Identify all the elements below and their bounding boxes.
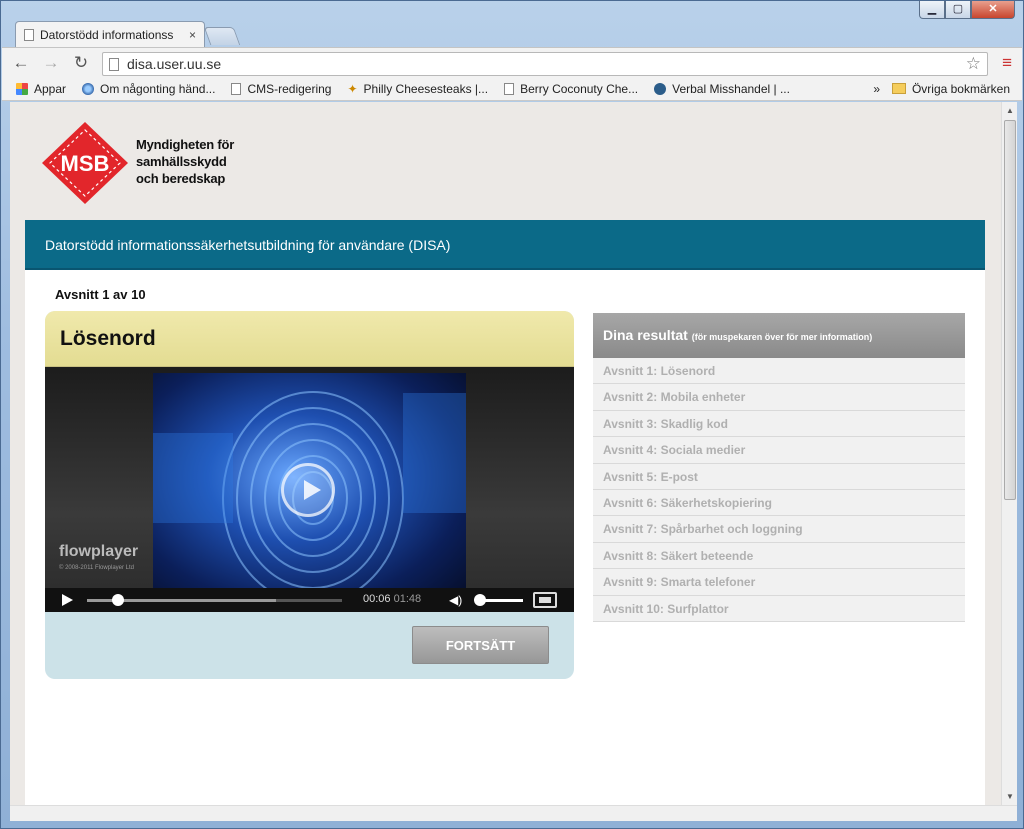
tab-title: Datorstödd informationss xyxy=(40,27,174,42)
lesson-panel: Lösenord flowplayer © 2008-2011 Flowplay… xyxy=(45,311,574,679)
scroll-down-arrow-icon[interactable]: ▼ xyxy=(1006,792,1014,801)
url-text[interactable]: disa.user.uu.se xyxy=(127,56,966,72)
result-item[interactable]: Avsnitt 9: Smarta telefoner xyxy=(593,569,965,596)
volume-icon[interactable]: ◀) xyxy=(449,593,462,607)
bookmark-item[interactable]: Om någonting händ... xyxy=(82,82,215,96)
seek-bar[interactable] xyxy=(87,599,342,602)
fullscreen-icon[interactable] xyxy=(533,592,557,608)
player-controls: 00:06 01:48 ◀) xyxy=(45,588,574,612)
results-list: Avsnitt 1: Lösenord Avsnitt 2: Mobila enh… xyxy=(593,358,965,622)
bookmark-item[interactable]: CMS-redigering xyxy=(231,82,331,96)
reload-icon[interactable]: ↻ xyxy=(70,52,92,74)
hamburger-menu-icon[interactable]: ≡ xyxy=(1002,54,1012,72)
result-item[interactable]: Avsnitt 8: Säkert beteende xyxy=(593,542,965,570)
other-bookmarks[interactable]: Övriga bokmärken xyxy=(891,82,1010,96)
browser-window: ▁ ▢ ✕ Datorstödd informationss × ← → ↻ d… xyxy=(0,0,1024,829)
video-player[interactable]: flowplayer © 2008-2011 Flowplayer Ltd 00… xyxy=(45,367,574,612)
forward-arrow-icon[interactable]: → xyxy=(40,52,62,74)
close-window-button[interactable]: ✕ xyxy=(971,1,1015,19)
results-header: Dina resultat (för muspekaren över för m… xyxy=(593,313,965,358)
bookmark-item[interactable]: Verbal Misshandel | ... xyxy=(654,82,790,96)
lesson-title: Lösenord xyxy=(45,311,574,367)
bookmark-item[interactable]: ✦ Philly Cheesesteaks |... xyxy=(347,82,488,96)
seek-handle[interactable] xyxy=(112,594,125,606)
play-icon[interactable] xyxy=(62,594,73,606)
maximize-button[interactable]: ▢ xyxy=(945,1,971,19)
result-item[interactable]: Avsnitt 10: Surfplattor xyxy=(593,595,965,622)
new-tab-button[interactable] xyxy=(203,27,241,45)
horizontal-scrollbar[interactable] xyxy=(10,805,1017,821)
result-item[interactable]: Avsnitt 5: E-post xyxy=(593,463,965,490)
page-viewport: MSB Myndigheten för samhällsskydd och be… xyxy=(10,102,1001,805)
bookmark-apps[interactable]: Appar xyxy=(16,82,66,96)
folder-icon xyxy=(891,83,906,94)
browser-tab[interactable]: Datorstödd informationss × xyxy=(15,21,205,47)
page-icon xyxy=(109,57,119,71)
result-item[interactable]: Avsnitt 1: Lösenord xyxy=(593,358,965,385)
main-content: Avsnitt 1 av 10 Lösenord flowplayer © 20… xyxy=(25,270,985,805)
result-item[interactable]: Avsnitt 6: Säkerhetskopiering xyxy=(593,489,965,517)
result-item[interactable]: Avsnitt 7: Spårbarhet och loggning xyxy=(593,516,965,543)
bookmark-star-icon[interactable]: ☆ xyxy=(966,54,981,74)
minimize-button[interactable]: ▁ xyxy=(919,1,945,19)
bookmarks-bar: Appar Om någonting händ... CMS-redigerin… xyxy=(2,77,1022,101)
page-icon xyxy=(504,82,515,95)
volume-handle[interactable] xyxy=(474,594,486,606)
svg-text:MSB: MSB xyxy=(61,151,110,176)
window-controls: ▁ ▢ ✕ xyxy=(919,1,1015,19)
flowplayer-copyright: © 2008-2011 Flowplayer Ltd xyxy=(59,565,135,571)
page-banner: Datorstödd informationssäkerhetsutbildni… xyxy=(25,220,985,270)
logo-text: Myndigheten för samhällsskydd och bereds… xyxy=(136,137,235,186)
close-tab-icon[interactable]: × xyxy=(189,28,196,42)
page-icon xyxy=(24,28,34,41)
section-counter: Avsnitt 1 av 10 xyxy=(55,287,146,302)
play-overlay-icon[interactable] xyxy=(281,463,335,517)
msb-logo[interactable]: MSB xyxy=(40,120,130,206)
butterfly-icon: ✦ xyxy=(347,81,358,96)
wave-icon xyxy=(654,82,667,95)
address-bar[interactable]: disa.user.uu.se ☆ xyxy=(102,52,988,76)
vertical-scrollbar[interactable]: ▲ ▼ xyxy=(1001,102,1017,805)
back-arrow-icon[interactable]: ← xyxy=(10,52,32,74)
scroll-thumb[interactable] xyxy=(1004,120,1016,500)
bookmark-item[interactable]: Berry Coconuty Che... xyxy=(504,82,638,96)
browser-toolbar: ← → ↻ disa.user.uu.se ☆ ≡ xyxy=(2,47,1022,77)
scroll-up-arrow-icon[interactable]: ▲ xyxy=(1006,106,1014,115)
globe-icon xyxy=(82,82,95,95)
time-display: 00:06 01:48 xyxy=(363,593,422,605)
continue-button[interactable]: FORTSÄTT xyxy=(412,626,549,664)
apps-grid-icon xyxy=(16,82,28,95)
more-bookmarks-chevron-icon[interactable]: » xyxy=(873,82,880,96)
result-item[interactable]: Avsnitt 4: Sociala medier xyxy=(593,437,965,464)
result-item[interactable]: Avsnitt 3: Skadlig kod xyxy=(593,410,965,438)
results-panel: Dina resultat (för muspekaren över för m… xyxy=(593,313,965,622)
page-icon xyxy=(231,82,242,95)
result-item[interactable]: Avsnitt 2: Mobila enheter xyxy=(593,384,965,411)
flowplayer-brand: flowplayer xyxy=(59,543,139,560)
